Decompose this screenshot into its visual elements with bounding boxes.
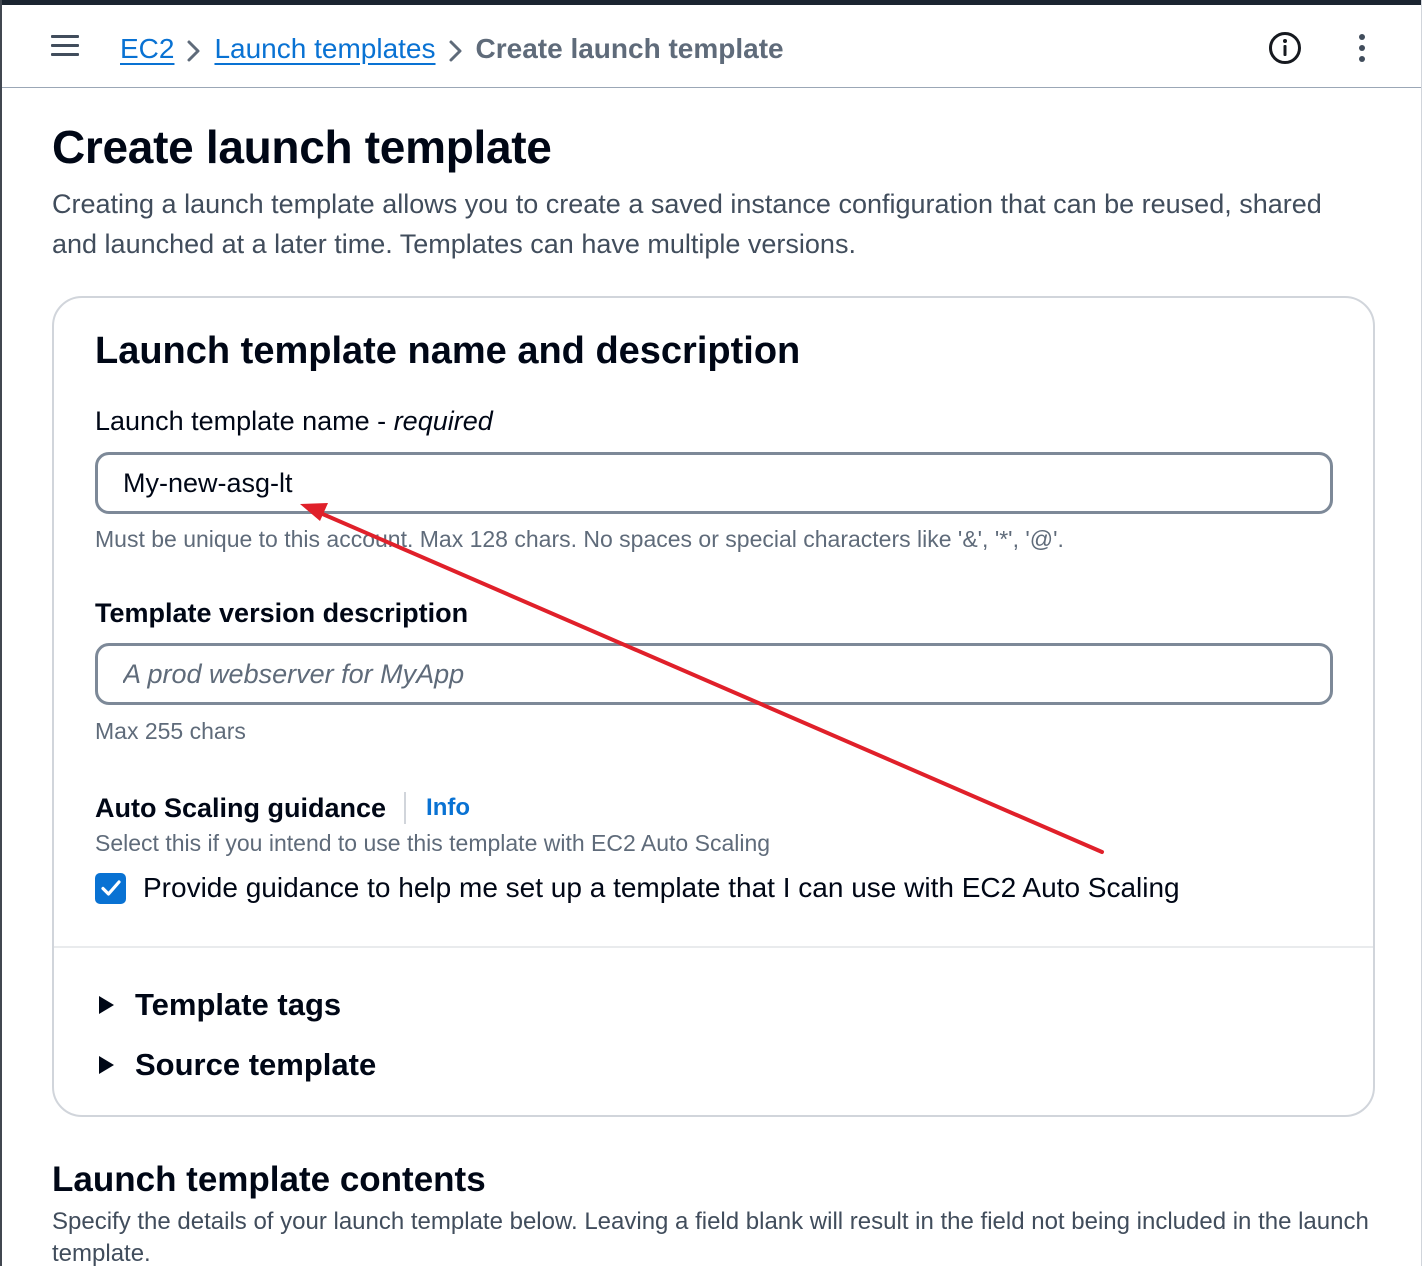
caret-right-icon xyxy=(99,996,114,1014)
auto-scaling-guidance-checkbox[interactable] xyxy=(95,872,126,904)
chevron-right-icon xyxy=(436,33,476,65)
auto-scaling-guidance-checkbox-row[interactable]: Provide guidance to help me set up a tem… xyxy=(95,868,1180,908)
card-divider xyxy=(54,946,1373,948)
launch-template-name-card: Launch template name and description Lau… xyxy=(52,296,1375,1117)
top-navigation-header: EC2 Launch templates Create launch templ… xyxy=(2,5,1421,88)
auto-scaling-guidance-hint: Select this if you intend to use this te… xyxy=(95,830,771,856)
launch-template-contents-description: Specify the details of your launch templ… xyxy=(52,1208,1369,1266)
template-name-label-text: Launch template name - xyxy=(95,406,394,436)
auto-scaling-guidance-label: Auto Scaling guidance xyxy=(95,792,387,823)
template-version-description-input[interactable] xyxy=(95,643,1333,705)
template-version-description-hint: Max 255 chars xyxy=(95,718,246,744)
divider xyxy=(404,792,407,824)
auto-scaling-guidance-checkbox-label[interactable]: Provide guidance to help me set up a tem… xyxy=(143,872,1180,904)
breadcrumb: EC2 Launch templates Create launch templ… xyxy=(120,29,784,69)
page-description: Creating a launch template allows you to… xyxy=(52,189,1322,259)
breadcrumb-launch-templates[interactable]: Launch templates xyxy=(214,33,435,65)
template-name-input[interactable] xyxy=(95,452,1333,514)
template-version-description-label: Template version description xyxy=(95,598,469,628)
source-template-expander[interactable]: Source template xyxy=(99,1045,376,1085)
source-template-label: Source template xyxy=(135,1047,377,1082)
template-name-label: Launch template name - required xyxy=(95,406,493,437)
required-marker: required xyxy=(393,406,493,436)
info-link[interactable]: Info xyxy=(426,794,470,822)
chevron-right-icon xyxy=(174,33,214,65)
page-title: Create launch template xyxy=(52,121,552,173)
hamburger-menu-icon[interactable] xyxy=(51,35,81,61)
card-title: Launch template name and description xyxy=(95,330,801,372)
breadcrumb-ec2[interactable]: EC2 xyxy=(120,33,174,65)
caret-right-icon xyxy=(99,1056,114,1074)
template-tags-expander[interactable]: Template tags xyxy=(99,985,341,1025)
template-tags-label: Template tags xyxy=(135,987,342,1022)
page: EC2 Launch templates Create launch templ… xyxy=(0,0,1422,1266)
info-circle-icon[interactable] xyxy=(1268,31,1302,65)
template-name-hint: Must be unique to this account. Max 128 … xyxy=(95,526,1064,552)
launch-template-contents-title: Launch template contents xyxy=(52,1160,486,1199)
checkmark-icon xyxy=(100,880,121,896)
breadcrumb-current-page: Create launch template xyxy=(475,33,784,64)
auto-scaling-guidance-header: Auto Scaling guidance Info xyxy=(95,788,470,828)
vertical-ellipsis-icon[interactable] xyxy=(1348,31,1376,65)
